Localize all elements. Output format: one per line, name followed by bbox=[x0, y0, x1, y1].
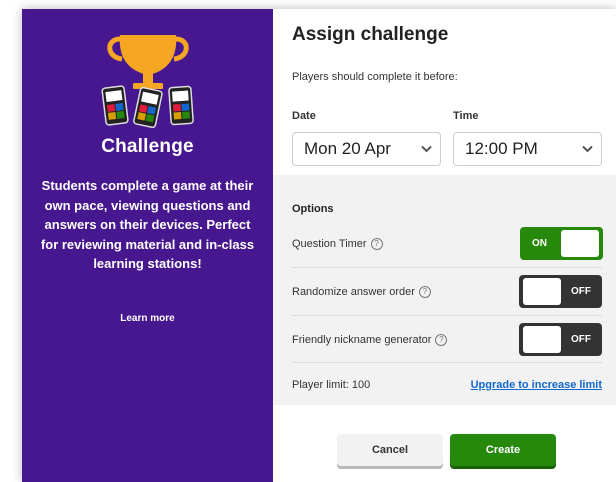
challenge-info-panel: Challenge Students complete a game at th… bbox=[22, 9, 273, 482]
upgrade-limit-link[interactable]: Upgrade to increase limit bbox=[471, 379, 602, 391]
challenge-illustration bbox=[101, 35, 194, 129]
assign-form: Assign challenge Players should complete… bbox=[273, 9, 616, 482]
challenge-description: Students complete a game at their own pa… bbox=[40, 178, 255, 271]
help-icon[interactable]: ? bbox=[370, 237, 383, 250]
randomize-order-row: Randomize answer order ? OFF bbox=[292, 267, 602, 315]
toggle-knob bbox=[523, 278, 561, 305]
toggle-knob bbox=[523, 326, 561, 353]
time-label: Time bbox=[453, 110, 479, 122]
question-timer-toggle[interactable]: ON bbox=[520, 227, 603, 260]
create-button[interactable]: Create bbox=[450, 434, 556, 466]
action-bar: Cancel Create bbox=[273, 405, 616, 482]
time-value: 12:00 PM bbox=[465, 139, 538, 158]
player-limit-row: Player limit: 100 Upgrade to increase li… bbox=[292, 362, 602, 407]
phone-icon bbox=[133, 86, 163, 129]
chevron-down-icon bbox=[412, 132, 440, 166]
date-value: Mon 20 Apr bbox=[304, 139, 391, 158]
toggle-state-label: OFF bbox=[571, 334, 591, 345]
question-timer-label-group: Question Timer ? bbox=[292, 237, 383, 250]
nickname-generator-label-group: Friendly nickname generator ? bbox=[292, 333, 448, 346]
options-heading: Options bbox=[292, 203, 334, 215]
question-timer-label: Question Timer bbox=[292, 237, 367, 250]
dialog-title: Assign challenge bbox=[292, 24, 449, 45]
date-label: Date bbox=[292, 110, 316, 122]
nickname-generator-toggle[interactable]: OFF bbox=[519, 323, 602, 356]
cancel-button[interactable]: Cancel bbox=[337, 434, 443, 466]
toggle-knob bbox=[561, 230, 599, 257]
phone-icon bbox=[101, 85, 129, 126]
randomize-order-toggle[interactable]: OFF bbox=[519, 275, 602, 308]
toggle-state-label: ON bbox=[532, 238, 547, 249]
deadline-section: Assign challenge Players should complete… bbox=[273, 9, 616, 175]
randomize-order-label: Randomize answer order bbox=[292, 285, 415, 298]
assign-challenge-dialog: Challenge Students complete a game at th… bbox=[22, 9, 616, 482]
player-limit-text: Player limit: 100 bbox=[292, 379, 371, 391]
trophy-icon bbox=[107, 35, 189, 89]
chevron-down-icon bbox=[573, 132, 601, 166]
phone-icon bbox=[168, 85, 194, 126]
help-icon[interactable]: ? bbox=[418, 285, 431, 298]
randomize-order-label-group: Randomize answer order ? bbox=[292, 285, 431, 298]
toggle-state-label: OFF bbox=[571, 286, 591, 297]
time-select[interactable]: 12:00 PM bbox=[453, 132, 602, 166]
challenge-title: Challenge bbox=[101, 136, 194, 157]
learn-more-link[interactable]: Learn more bbox=[22, 313, 273, 324]
nickname-generator-label: Friendly nickname generator bbox=[292, 333, 432, 346]
deadline-subtitle: Players should complete it before: bbox=[292, 71, 458, 83]
options-section: Options Question Timer ? ON Randomize an… bbox=[273, 175, 616, 405]
question-timer-row: Question Timer ? ON bbox=[292, 220, 603, 267]
help-icon[interactable]: ? bbox=[435, 333, 448, 346]
nickname-generator-row: Friendly nickname generator ? OFF bbox=[292, 315, 602, 363]
date-select[interactable]: Mon 20 Apr bbox=[292, 132, 441, 166]
